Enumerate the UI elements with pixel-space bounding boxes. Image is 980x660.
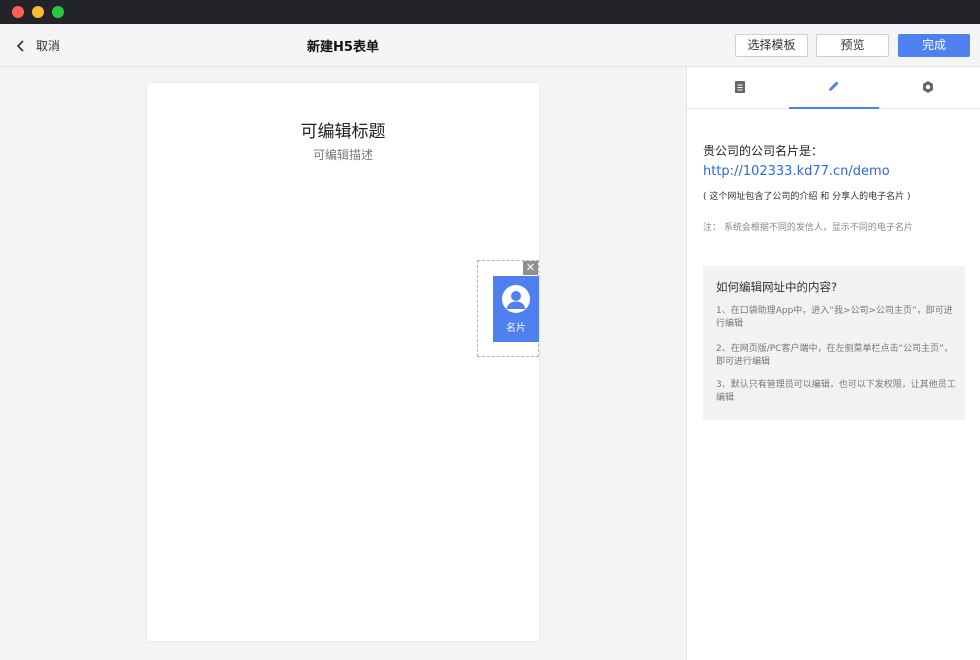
user-avatar-icon [501,284,531,314]
page-title: 新建H5表单 [307,40,379,55]
sender-note: 注： 系统会根据不同的发信人，显示不同的电子名片 [703,223,913,233]
cancel-label: 取消 [36,38,61,53]
tab-edit-widget[interactable] [789,67,879,109]
business-card-widget-frame[interactable]: ✕ 名片 [477,260,539,357]
window-titlebar [0,0,980,24]
document-icon [734,79,746,98]
help-step: 2、在网页版/PC客户端中，在左侧菜单栏点击“公司主页”，即可进行编辑 [716,344,953,367]
company-card-link-hint: ( 这个网址包含了公司的介绍 和 分享人的电子名片 ) [703,192,911,202]
form-preview-card: 可编辑标题 可编辑描述 [147,83,539,641]
window-maximize-button[interactable] [52,6,64,18]
tab-settings[interactable] [883,67,973,109]
remove-widget-button[interactable]: ✕ [523,261,538,275]
done-button[interactable]: 完成 [898,34,970,57]
business-card-label: 名片 [506,323,526,334]
form-description[interactable]: 可编辑描述 [147,146,539,163]
help-step: 3、默认只有管理员可以编辑，也可以下发权限，让其他员工编辑 [716,380,956,403]
cancel-button[interactable]: 取消 [14,34,60,56]
company-card-heading: 贵公司的公司名片是： [703,144,824,158]
help-step: 1、在口袋助理App中，进入“我>公司>公司主页”，即可进行编辑 [716,306,953,329]
help-title: 如何编辑网址中的内容? [716,280,838,294]
panel-tabs [687,67,980,109]
pencil-icon [827,78,841,97]
form-canvas: 可编辑标题 可编辑描述 ✕ 名片 [0,67,686,660]
window-minimize-button[interactable] [32,6,44,18]
help-box: 如何编辑网址中的内容? 1、在口袋助理App中，进入“我>公司>公司主页”，即可… [703,266,965,420]
top-toolbar: 取消 新建H5表单 选择模板 预览 完成 [0,24,980,67]
chevron-left-icon [14,38,28,52]
window-close-button[interactable] [12,6,24,18]
settings-icon [921,79,935,98]
tab-form-info[interactable] [695,67,785,109]
preview-button[interactable]: 预览 [816,34,889,57]
company-card-link[interactable]: http://102333.kd77.cn/demo [703,164,890,179]
business-card-widget[interactable]: 名片 [493,276,539,342]
properties-panel: 贵公司的公司名片是： http://102333.kd77.cn/demo ( … [686,67,980,660]
select-template-button[interactable]: 选择模板 [735,34,808,57]
form-title[interactable]: 可编辑标题 [147,117,539,142]
